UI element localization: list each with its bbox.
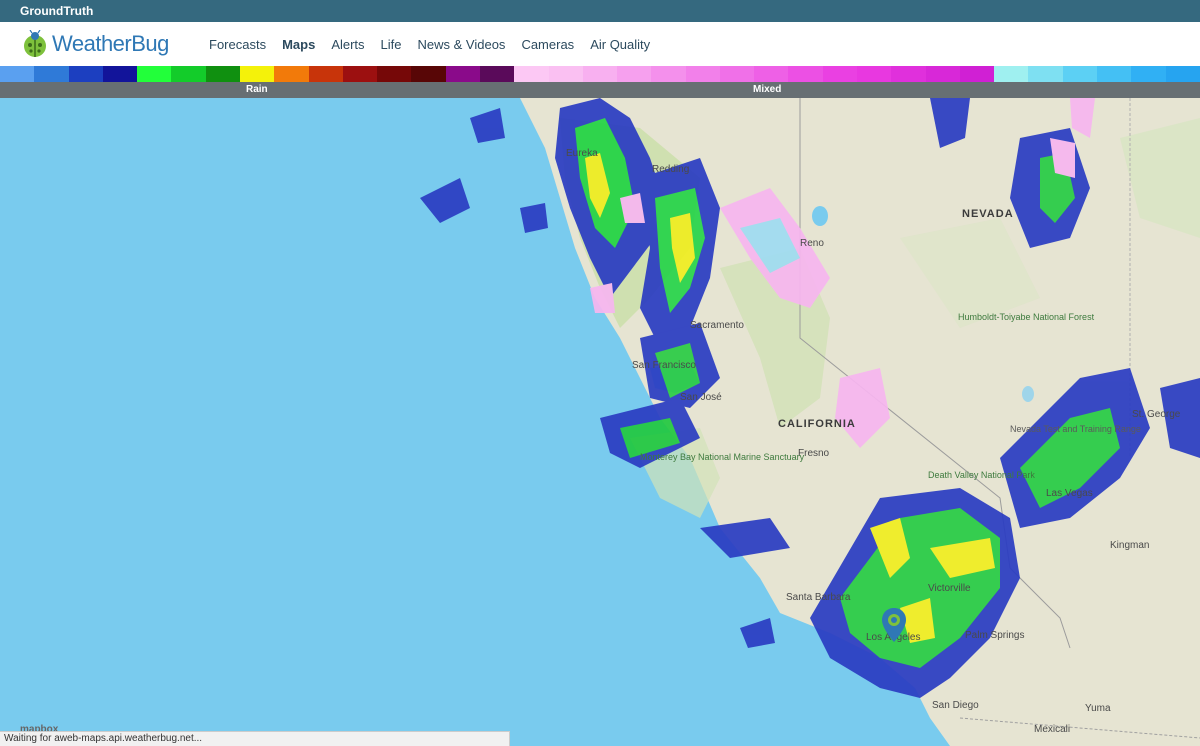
legend-swatch <box>822 66 858 82</box>
main-navbar: WeatherBug Forecasts Maps Alerts Life Ne… <box>0 22 1200 66</box>
radar-map[interactable]: NEVADA CALIFORNIA Reno Sacramento San Fr… <box>0 98 1200 746</box>
legend-swatch <box>891 66 926 82</box>
topbar-title: GroundTruth <box>20 4 94 18</box>
brand-name: WeatherBug <box>52 31 169 56</box>
legend-swatch <box>651 66 686 82</box>
nav-air-quality[interactable]: Air Quality <box>590 37 650 52</box>
legend-swatch <box>548 66 583 82</box>
legend-swatch <box>1097 66 1132 82</box>
label-nevada: NEVADA <box>962 208 1014 220</box>
nav-maps[interactable]: Maps <box>282 37 315 52</box>
label-san-diego: San Diego <box>932 700 979 711</box>
groundtruth-topbar: GroundTruth <box>0 0 1200 22</box>
legend-swatch <box>377 66 412 82</box>
label-reno: Reno <box>800 238 824 249</box>
radar-legend-labels: Rain Mixed <box>0 82 1200 98</box>
label-kingman: Kingman <box>1110 540 1150 551</box>
label-mexicali: Mexicali <box>1034 724 1071 735</box>
legend-swatch <box>239 66 275 82</box>
legend-swatch <box>994 66 1029 82</box>
nav-alerts[interactable]: Alerts <box>331 37 364 52</box>
legend-swatch <box>274 66 309 82</box>
label-santa-barbara: Santa Barbara <box>786 592 851 603</box>
label-san-francisco: San Francisco <box>632 360 696 371</box>
legend-swatch <box>411 66 446 82</box>
legend-swatch <box>685 66 720 82</box>
legend-swatch <box>102 66 138 82</box>
legend-swatch <box>137 66 172 82</box>
legend-swatch <box>1028 66 1063 82</box>
nav-menu: Forecasts Maps Alerts Life News & Videos… <box>209 22 666 66</box>
legend-swatch <box>617 66 652 82</box>
legend-rain-label: Rain <box>246 84 268 95</box>
label-humboldt-toiyabe: Humboldt-Toiyabe National Forest <box>958 312 1095 322</box>
label-san-jose: San José <box>680 392 722 403</box>
legend-swatch <box>514 66 549 82</box>
nav-cameras[interactable]: Cameras <box>521 37 574 52</box>
browser-status-bar: Waiting for aweb-maps.api.weatherbug.net… <box>0 731 510 746</box>
legend-swatch <box>582 66 618 82</box>
legend-swatch <box>308 66 343 82</box>
label-nevada-test-range: Nevada Test and Training Range <box>1010 424 1141 434</box>
legend-swatch <box>479 66 515 82</box>
legend-swatch <box>959 66 995 82</box>
legend-swatch <box>205 66 240 82</box>
legend-swatch <box>1131 66 1166 82</box>
label-st-george: St. George <box>1132 409 1181 420</box>
radar-legend-colorbar <box>0 66 1200 82</box>
label-sacramento: Sacramento <box>690 320 744 331</box>
legend-mixed-label: Mixed <box>753 84 782 95</box>
legend-swatch <box>0 66 35 82</box>
legend-swatch <box>68 66 103 82</box>
location-pin-icon[interactable] <box>882 608 906 642</box>
map-base <box>0 98 1200 746</box>
legend-swatch <box>1062 66 1097 82</box>
label-victorville: Victorville <box>928 583 971 594</box>
legend-swatch <box>857 66 892 82</box>
legend-swatch <box>445 66 480 82</box>
ladybug-icon <box>22 29 48 58</box>
legend-swatch <box>171 66 206 82</box>
legend-swatch <box>754 66 789 82</box>
nav-life[interactable]: Life <box>381 37 402 52</box>
label-redding: Redding <box>652 164 690 175</box>
legend-swatch <box>342 66 378 82</box>
label-death-valley: Death Valley National Park <box>928 470 1035 480</box>
legend-swatch <box>925 66 960 82</box>
legend-swatch <box>34 66 69 82</box>
legend-swatch <box>788 66 823 82</box>
label-yuma: Yuma <box>1085 703 1111 714</box>
label-eureka: Eureka <box>566 148 598 159</box>
legend-swatch <box>719 66 755 82</box>
label-palm-springs: Palm Springs <box>965 630 1025 641</box>
label-monterey-bay: Monterey Bay National Marine Sanctuary <box>640 452 804 462</box>
label-california: CALIFORNIA <box>778 418 856 430</box>
legend-swatch <box>1165 66 1200 82</box>
nav-news-videos[interactable]: News & Videos <box>418 37 506 52</box>
label-las-vegas: Las Vegas <box>1046 488 1093 499</box>
weatherbug-logo[interactable]: WeatherBug <box>22 29 169 58</box>
nav-forecasts[interactable]: Forecasts <box>209 37 266 52</box>
